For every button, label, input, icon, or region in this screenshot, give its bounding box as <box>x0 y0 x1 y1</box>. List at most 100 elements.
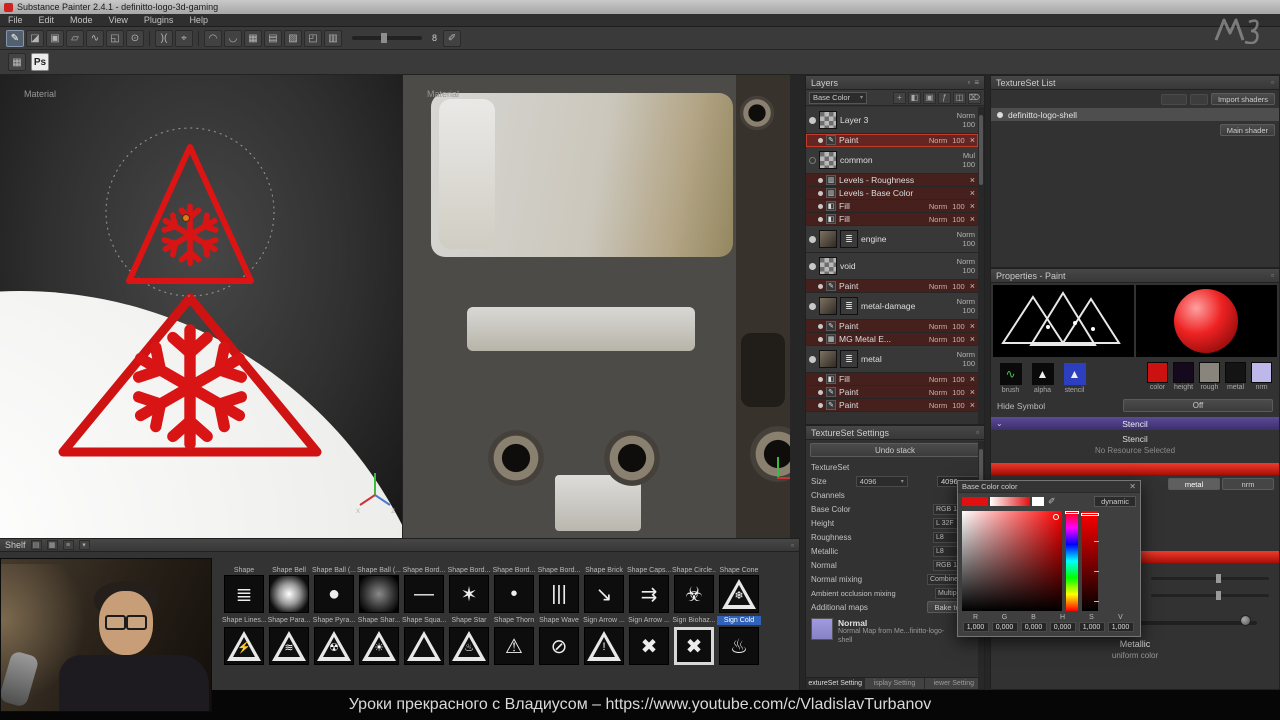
add-layer-icon[interactable]: + <box>893 91 906 104</box>
gradient-swatch[interactable] <box>990 497 1030 506</box>
metallic-mode-value[interactable]: uniform color <box>991 651 1279 660</box>
view-mode-toggle-icon[interactable]: ▥ <box>324 29 342 47</box>
channel-swatch-metal[interactable]: metal <box>1224 362 1247 391</box>
current-color-swatch[interactable] <box>962 497 988 506</box>
opacity-value[interactable]: 100 <box>952 136 965 145</box>
remove-effect-icon[interactable]: × <box>970 214 975 224</box>
menu-plugins[interactable]: Plugins <box>136 14 182 26</box>
opacity-value[interactable]: 100 <box>952 375 965 384</box>
tiling-toggle-icon[interactable]: ▤ <box>264 29 282 47</box>
shelf-item[interactable]: ≣ <box>222 575 266 613</box>
remove-effect-icon[interactable]: × <box>970 201 975 211</box>
grid-view-button[interactable]: ▦ <box>8 53 26 71</box>
menu-view[interactable]: View <box>101 14 136 26</box>
shelf-item[interactable]: ❄ <box>717 575 761 613</box>
blend-mode[interactable]: Norm <box>929 282 947 291</box>
effect-row[interactable]: ◧ Fill Norm 100 × <box>806 373 978 386</box>
polygon-fill-tool-icon[interactable]: ▱ <box>66 29 84 47</box>
remove-effect-icon[interactable]: × <box>970 400 975 410</box>
visibility-toggle[interactable] <box>809 262 816 270</box>
shelf-item[interactable] <box>402 627 446 665</box>
chevron-down-icon[interactable]: ▾ <box>78 540 90 550</box>
panel-options-icon[interactable]: ▫ <box>791 541 794 550</box>
textureset-item[interactable]: definitto-logo-shell <box>991 108 1279 121</box>
remove-effect-icon[interactable]: × <box>970 175 975 185</box>
disabled-button[interactable] <box>1160 93 1187 105</box>
opacity-value[interactable]: 100 <box>962 266 975 275</box>
tool-thumb-brush[interactable]: ∿ brush <box>997 362 1024 394</box>
viewport-2d[interactable]: Material <box>402 75 790 538</box>
shelf-item[interactable]: ☢ <box>312 627 356 665</box>
import-shaders-button[interactable]: Import shaders <box>1210 93 1275 105</box>
shelf-item[interactable]: ✖ <box>627 627 671 665</box>
layer-row[interactable]: ≣ metal-damage Norm 100 <box>806 293 978 320</box>
hue-strip[interactable] <box>1065 511 1079 611</box>
layer-row[interactable]: ≣ metal Norm 100 <box>806 346 978 373</box>
value-strip[interactable] <box>1081 511 1099 611</box>
visibility-toggle[interactable] <box>818 203 823 209</box>
material-picker-tool-icon[interactable]: ⊙ <box>126 29 144 47</box>
layers-scrollbar[interactable] <box>978 107 984 424</box>
opacity-value[interactable]: 100 <box>952 322 965 331</box>
blend-mode[interactable]: Mul <box>963 151 975 160</box>
visibility-toggle[interactable] <box>809 355 816 363</box>
shelf-item[interactable]: ☣ <box>672 575 716 613</box>
shelf-item[interactable]: ||| <box>537 575 581 613</box>
blend-mode[interactable]: Norm <box>957 111 975 120</box>
property-slider[interactable] <box>1151 574 1269 583</box>
shelf-header[interactable]: Shelf ▤ ▦ ≡ ▾ ▫ <box>0 539 799 552</box>
shelf-item[interactable]: ✶ <box>447 575 491 613</box>
picker-value-b[interactable]: 0,000 <box>1020 622 1047 632</box>
lazy-mouse-toggle-icon[interactable]: ⌖ <box>175 29 193 47</box>
clone-tool-icon[interactable]: ◱ <box>106 29 124 47</box>
visibility-toggle[interactable] <box>818 283 823 289</box>
material-preview[interactable] <box>1136 285 1277 357</box>
visibility-toggle[interactable] <box>809 302 816 310</box>
stencil-section-header[interactable]: ⌄ Stencil <box>991 417 1279 430</box>
opacity-value[interactable]: 100 <box>952 401 965 410</box>
channel-button-metal[interactable]: metal <box>1168 478 1220 490</box>
visibility-toggle[interactable] <box>818 336 823 342</box>
projection-tool-icon[interactable]: ▣ <box>46 29 64 47</box>
brush-preview-icon[interactable]: ✐ <box>443 29 462 47</box>
shelf-item[interactable] <box>357 575 401 613</box>
undo-stack-button[interactable]: Undo stack <box>810 443 980 457</box>
shelf-item[interactable]: ♨ <box>447 627 491 665</box>
properties-header[interactable]: Properties - Paint ▫ <box>991 269 1279 283</box>
channel-filter-dropdown[interactable]: Base Color ▾ <box>809 91 867 104</box>
shelf-item[interactable]: ● <box>312 575 356 613</box>
align-camera-toggle-icon[interactable]: ◠ <box>204 29 222 47</box>
visibility-toggle[interactable] <box>818 389 823 395</box>
opacity-value[interactable]: 100 <box>952 202 965 211</box>
textureset-list-header[interactable]: TextureSet List ▫ <box>991 76 1279 90</box>
tool-thumb-alpha[interactable]: ▲ alpha <box>1029 362 1056 394</box>
eraser-tool-icon[interactable]: ◪ <box>26 29 44 47</box>
visibility-dot-icon[interactable] <box>997 111 1003 118</box>
blend-mode[interactable]: Norm <box>929 375 947 384</box>
remove-effect-icon[interactable]: × <box>970 188 975 198</box>
effect-row[interactable]: ✎ Paint Norm 100 × <box>806 134 978 147</box>
tab-isplay-setting[interactable]: isplay Setting <box>865 678 925 689</box>
title-bar[interactable]: Substance Painter 2.4.1 - definitto-logo… <box>0 0 1280 14</box>
panel-options-icon[interactable]: ▫ <box>1271 271 1274 280</box>
panel-options-icon[interactable]: ▫ <box>1271 78 1274 87</box>
stencil-preview[interactable] <box>993 285 1134 357</box>
add-fill-layer-icon[interactable]: ◧ <box>908 91 921 104</box>
shelf-item[interactable]: • <box>492 575 536 613</box>
symm-toggle-icon[interactable]: )( <box>155 29 173 47</box>
add-effect-icon[interactable]: ƒ <box>938 91 951 104</box>
channel-swatch-color[interactable]: color <box>1146 362 1169 391</box>
shelf-item[interactable]: ⊘ <box>537 627 581 665</box>
shelf-item[interactable]: ≋ <box>267 627 311 665</box>
textureset-settings-header[interactable]: TextureSet Settings ▫ <box>806 426 984 440</box>
photoshop-export-button[interactable]: Ps <box>31 53 49 71</box>
menu-file[interactable]: File <box>0 14 31 26</box>
blend-mode[interactable]: Norm <box>929 215 947 224</box>
list-view-icon[interactable]: ▤ <box>30 540 42 550</box>
color-picker-titlebar[interactable]: Base Color color ✕ <box>958 481 1140 493</box>
visibility-toggle[interactable] <box>818 190 823 196</box>
menu-help[interactable]: Help <box>181 14 216 26</box>
effect-row[interactable]: ◧ Fill Norm 100 × <box>806 200 978 213</box>
close-icon[interactable]: ✕ <box>1129 482 1136 491</box>
visibility-toggle[interactable] <box>818 177 823 183</box>
